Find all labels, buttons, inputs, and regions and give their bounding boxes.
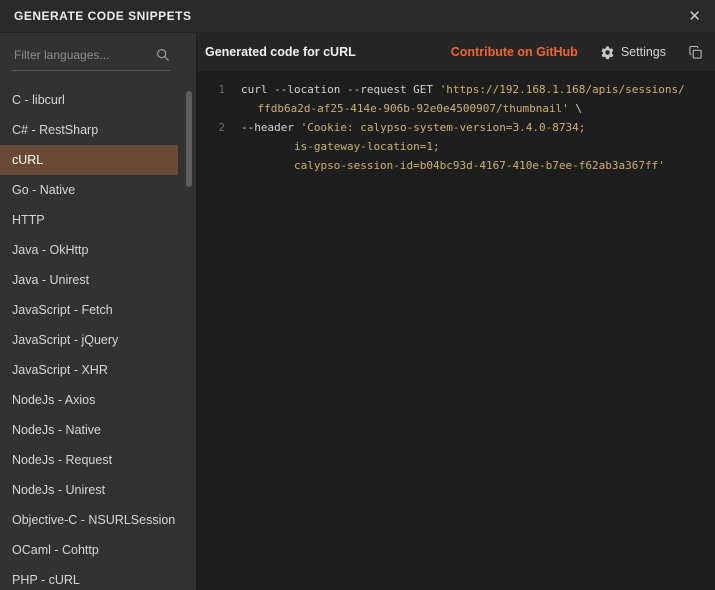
language-list: C - libcurlC# - RestSharpcURLGo - Native…: [0, 85, 178, 590]
code-token: 'https://192.168.1.168/apis/sessions/: [440, 83, 685, 96]
code-line: ffdb6a2d-af25-414e-906b-92e0e4500907/thu…: [197, 99, 715, 118]
code-text: ffdb6a2d-af25-414e-906b-92e0e4500907/thu…: [241, 99, 582, 118]
code-text: curl --location --request GET 'https://1…: [241, 80, 685, 99]
language-item[interactable]: Objective-C - NSURLSession: [0, 505, 178, 535]
code-panel: Generated code for cURL Contribute on Gi…: [196, 33, 715, 590]
code-token: --header: [241, 121, 301, 134]
code-token: 'Cookie: calypso-system-version=3.4.0-87…: [301, 121, 586, 134]
language-item[interactable]: C - libcurl: [0, 85, 178, 115]
language-item[interactable]: JavaScript - Fetch: [0, 295, 178, 325]
settings-button[interactable]: Settings: [600, 45, 666, 60]
code-token: \: [569, 102, 582, 115]
language-item[interactable]: NodeJs - Request: [0, 445, 178, 475]
code-panel-header: Generated code for cURL Contribute on Gi…: [197, 33, 715, 71]
sidebar-scrollbar-thumb[interactable]: [186, 91, 192, 187]
code-token: ffdb6a2d-af25-414e-906b-92e0e4500907/thu…: [258, 102, 569, 115]
copy-icon[interactable]: [688, 45, 703, 60]
code-editor[interactable]: 1curl --location --request GET 'https://…: [197, 71, 715, 590]
language-item[interactable]: Java - OkHttp: [0, 235, 178, 265]
code-text: --header 'Cookie: calypso-system-version…: [241, 118, 585, 137]
code-text: is-gateway-location=1;: [241, 137, 440, 156]
language-item[interactable]: NodeJs - Native: [0, 415, 178, 445]
generate-code-snippets-dialog: GENERATE CODE SNIPPETS ✕ C - libcurlC# -…: [0, 0, 715, 590]
language-item[interactable]: C# - RestSharp: [0, 115, 178, 145]
language-item-selected[interactable]: cURL: [0, 145, 178, 175]
filter-languages-field: [12, 47, 170, 71]
language-item[interactable]: OCaml - Cohttp: [0, 535, 178, 565]
language-item[interactable]: PHP - cURL: [0, 565, 178, 590]
line-number: [197, 99, 241, 118]
code-text: calypso-session-id=b04bc93d-4167-410e-b7…: [241, 156, 665, 175]
generated-code-title: Generated code for cURL: [205, 45, 356, 59]
code-token: is-gateway-location=1;: [294, 140, 440, 153]
gear-icon: [600, 45, 615, 60]
code-line: is-gateway-location=1;: [197, 137, 715, 156]
dialog-body: C - libcurlC# - RestSharpcURLGo - Native…: [0, 33, 715, 590]
settings-label: Settings: [621, 45, 666, 59]
code-token: curl --location --request GET: [241, 83, 440, 96]
code-line: 1curl --location --request GET 'https://…: [197, 80, 715, 99]
language-item[interactable]: NodeJs - Axios: [0, 385, 178, 415]
header-actions: Contribute on GitHub Settings: [451, 45, 703, 60]
language-item[interactable]: JavaScript - XHR: [0, 355, 178, 385]
line-number: [197, 156, 241, 175]
language-sidebar: C - libcurlC# - RestSharpcURLGo - Native…: [0, 33, 196, 590]
close-icon[interactable]: ✕: [688, 9, 701, 24]
filter-languages-input[interactable]: [12, 47, 156, 63]
dialog-titlebar: GENERATE CODE SNIPPETS ✕: [0, 0, 715, 33]
language-item[interactable]: HTTP: [0, 205, 178, 235]
contribute-on-github-link[interactable]: Contribute on GitHub: [451, 45, 578, 59]
code-line: 2--header 'Cookie: calypso-system-versio…: [197, 118, 715, 137]
language-item[interactable]: JavaScript - jQuery: [0, 325, 178, 355]
search-icon: [156, 48, 170, 62]
line-number: 1: [197, 80, 241, 99]
line-number: 2: [197, 118, 241, 137]
language-item[interactable]: NodeJs - Unirest: [0, 475, 178, 505]
language-item[interactable]: Go - Native: [0, 175, 178, 205]
code-line: calypso-session-id=b04bc93d-4167-410e-b7…: [197, 156, 715, 175]
line-number: [197, 137, 241, 156]
language-item[interactable]: Java - Unirest: [0, 265, 178, 295]
code-token: calypso-session-id=b04bc93d-4167-410e-b7…: [294, 159, 665, 172]
dialog-title: GENERATE CODE SNIPPETS: [14, 9, 191, 23]
